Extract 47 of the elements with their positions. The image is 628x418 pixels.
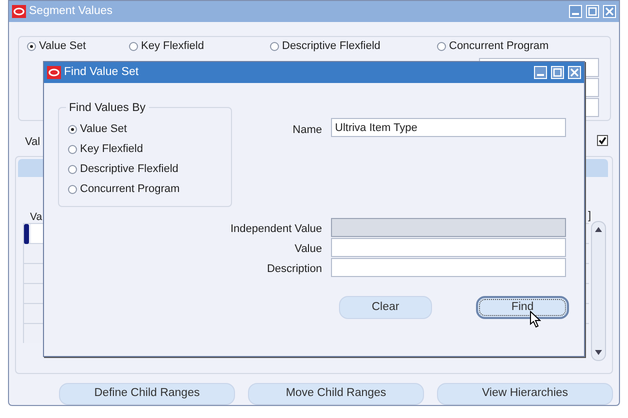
radio-button[interactable] (68, 144, 77, 154)
dialog-button[interactable]: Find (476, 296, 569, 319)
checkbox[interactable] (597, 135, 608, 146)
radio-label[interactable]: Concurrent Program (80, 181, 180, 198)
window-title: Segment Values (29, 4, 114, 19)
input-field[interactable] (331, 258, 566, 277)
app-logo-icon (12, 5, 26, 18)
section-label: Val (25, 135, 40, 150)
maximize-button[interactable] (586, 5, 599, 18)
column-header: Va (30, 210, 42, 225)
action-button[interactable]: Define Child Ranges (59, 383, 235, 405)
radio-button[interactable] (27, 42, 36, 51)
close-button[interactable] (568, 66, 581, 79)
radio-label[interactable]: Value Set (39, 38, 86, 54)
action-button[interactable]: View Hierarchies (437, 383, 613, 405)
radio-button[interactable] (270, 42, 279, 51)
field-label: Value (294, 242, 322, 257)
cursor-icon (530, 311, 541, 328)
radio-label[interactable]: Descriptive Flexfield (282, 38, 380, 54)
radio-label[interactable]: Descriptive Flexfield (80, 161, 178, 178)
radio-button[interactable] (68, 164, 77, 174)
dialog-title: Find Value Set (64, 64, 140, 80)
radio-label[interactable]: Concurrent Program (449, 38, 549, 54)
radio-label[interactable]: Key Flexfield (141, 38, 204, 54)
field-label: Description (266, 262, 322, 277)
radio-button[interactable] (68, 184, 77, 194)
radio-button[interactable] (437, 42, 446, 51)
maximize-button[interactable] (551, 66, 564, 79)
column-header: ] (588, 209, 592, 224)
scroll-down-icon[interactable] (595, 350, 602, 355)
radio-label[interactable]: Value Set (80, 121, 127, 138)
radio-label[interactable]: Key Flexfield (80, 141, 143, 158)
minimize-button[interactable] (569, 5, 582, 18)
scroll-up-icon[interactable] (595, 227, 602, 232)
action-button[interactable]: Move Child Ranges (248, 383, 424, 405)
scrollbar[interactable] (591, 221, 606, 361)
minimize-button[interactable] (534, 66, 547, 79)
radio-button[interactable] (129, 42, 138, 51)
dialog-button[interactable]: Clear (339, 296, 432, 319)
record-indicator[interactable] (24, 224, 29, 244)
radio-button[interactable] (68, 124, 77, 134)
input-field[interactable] (331, 238, 566, 257)
close-button[interactable] (603, 5, 616, 18)
name-field[interactable]: Ultriva Item Type (331, 118, 566, 137)
app-logo-icon (47, 66, 61, 79)
field-label: Independent Value (230, 222, 322, 237)
field-label: Name (292, 123, 322, 138)
